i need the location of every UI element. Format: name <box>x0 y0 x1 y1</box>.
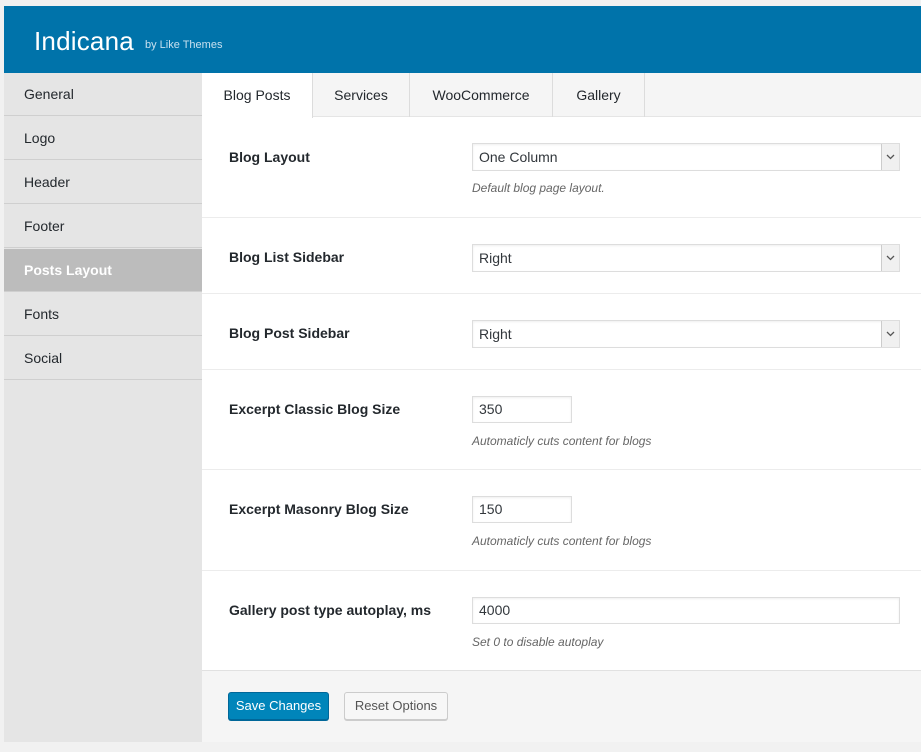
options-sidebar: General Logo Header Footer Posts Layout … <box>4 73 202 742</box>
sidebar-item-label: Logo <box>24 130 56 146</box>
excerpt-masonry-description: Automaticly cuts content for blogs <box>472 534 652 548</box>
sidebar-item-label: General <box>24 86 74 102</box>
sidebar-item-label: Social <box>24 350 63 366</box>
row-excerpt-masonry: Excerpt Masonry Blog Size 150 Automaticl… <box>202 470 921 571</box>
sidebar-item-fonts[interactable]: Fonts <box>4 293 202 336</box>
tab-label: Services <box>334 87 388 103</box>
sidebar-item-general[interactable]: General <box>4 73 202 116</box>
select-value: Right <box>479 250 512 266</box>
blog-list-sidebar-select[interactable]: Right <box>472 244 900 272</box>
blog-post-sidebar-select[interactable]: Right <box>472 320 900 348</box>
sidebar-item-header[interactable]: Header <box>4 161 202 204</box>
gallery-autoplay-input[interactable]: 4000 <box>472 597 900 624</box>
tab-label: Gallery <box>576 87 621 103</box>
row-gallery-autoplay: Gallery post type autoplay, ms 4000 Set … <box>202 571 921 670</box>
chevron-down-icon <box>881 144 899 170</box>
sidebar-item-logo[interactable]: Logo <box>4 117 202 160</box>
row-excerpt-classic: Excerpt Classic Blog Size 350 Automaticl… <box>202 370 921 470</box>
tab-gallery[interactable]: Gallery <box>553 73 645 117</box>
gallery-autoplay-description: Set 0 to disable autoplay <box>472 635 604 649</box>
options-footer: Save Changes Reset Options <box>202 670 921 742</box>
blog-layout-description: Default blog page layout. <box>472 181 605 195</box>
tab-services[interactable]: Services <box>313 73 410 117</box>
tab-label: WooCommerce <box>432 87 530 103</box>
chevron-down-icon <box>881 321 899 347</box>
chevron-down-icon <box>881 245 899 271</box>
excerpt-classic-description: Automaticly cuts content for blogs <box>472 434 652 448</box>
blog-list-sidebar-label: Blog List Sidebar <box>229 249 345 265</box>
tab-label: Blog Posts <box>223 87 291 103</box>
gallery-autoplay-label: Gallery post type autoplay, ms <box>229 602 432 618</box>
sidebar-item-social[interactable]: Social <box>4 337 202 380</box>
theme-subtitle: by Like Themes <box>145 39 223 51</box>
row-blog-list-sidebar: Blog List Sidebar Right <box>202 218 921 294</box>
blog-layout-select[interactable]: One Column <box>472 143 900 171</box>
options-content: Blog Posts Services WooCommerce Gallery … <box>202 73 921 742</box>
row-blog-layout: Blog Layout One Column Default blog page… <box>202 117 921 218</box>
save-changes-button[interactable]: Save Changes <box>228 692 329 720</box>
reset-options-button[interactable]: Reset Options <box>344 692 448 720</box>
blog-post-sidebar-label: Blog Post Sidebar <box>229 325 350 341</box>
excerpt-classic-label: Excerpt Classic Blog Size <box>229 401 401 417</box>
theme-title: Indicana <box>34 26 134 56</box>
options-header: Indicana by Like Themes <box>4 6 921 73</box>
blog-layout-label: Blog Layout <box>229 149 310 165</box>
sidebar-item-posts-layout[interactable]: Posts Layout <box>4 249 202 292</box>
theme-options-panel: Indicana by Like Themes General Logo Hea… <box>4 6 921 742</box>
tab-woocommerce[interactable]: WooCommerce <box>410 73 553 117</box>
sidebar-item-label: Footer <box>24 218 65 234</box>
sidebar-item-label: Fonts <box>24 306 60 322</box>
tab-blog-posts[interactable]: Blog Posts <box>202 73 313 118</box>
tab-bar: Blog Posts Services WooCommerce Gallery <box>202 73 921 118</box>
excerpt-masonry-input[interactable]: 150 <box>472 496 572 523</box>
sidebar-item-label: Posts Layout <box>24 262 112 278</box>
select-value: Right <box>479 326 512 342</box>
select-value: One Column <box>479 149 558 165</box>
sidebar-item-label: Header <box>24 174 70 190</box>
sidebar-item-footer[interactable]: Footer <box>4 205 202 248</box>
excerpt-classic-input[interactable]: 350 <box>472 396 572 423</box>
excerpt-masonry-label: Excerpt Masonry Blog Size <box>229 501 409 517</box>
row-blog-post-sidebar: Blog Post Sidebar Right <box>202 294 921 370</box>
